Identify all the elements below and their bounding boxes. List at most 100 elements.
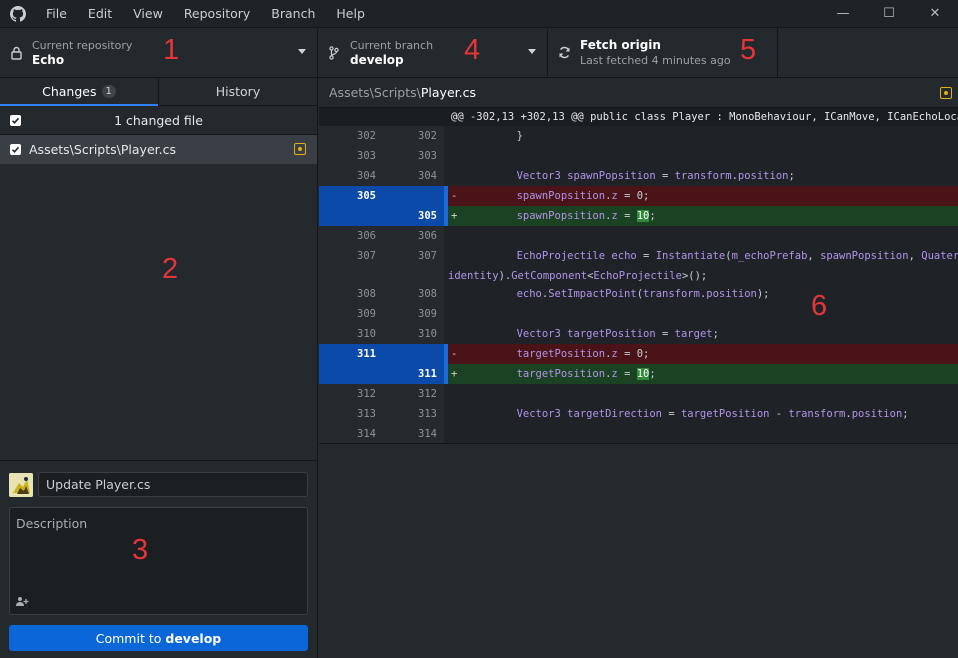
old-line-number: 305 <box>319 186 383 206</box>
new-line-number: 314 <box>383 424 444 444</box>
new-line-number: 302 <box>383 126 444 146</box>
add-coauthor-icon[interactable] <box>16 595 30 609</box>
modified-icon <box>294 143 306 155</box>
diff-line: 302 302 } <box>319 126 958 146</box>
diff-line: 303 303 <box>319 146 958 166</box>
new-line-number: 305 <box>383 206 444 226</box>
repository-name: Echo <box>32 52 65 67</box>
diff-hunk-header: @@ -302,13 +302,13 @@ public class Playe… <box>319 108 958 126</box>
diff-code <box>448 226 958 246</box>
diff-code: - spawnPopsition.z = 0; <box>448 186 958 206</box>
modified-icon <box>940 87 952 99</box>
diff-path-prefix: Assets\Scripts\ <box>329 85 421 100</box>
branch-name: develop <box>350 52 404 67</box>
old-line-number: 306 <box>319 226 383 246</box>
menu-bar: File Edit View Repository Branch Help <box>36 0 376 27</box>
diff-prefix: + <box>451 368 458 380</box>
code-text-wrapped: identity).GetComponent<EchoProjectile>()… <box>448 270 708 282</box>
menu-file[interactable]: File <box>36 0 78 27</box>
code-text: spawnPopsition.z = 10; <box>516 210 656 222</box>
old-line-number: 302 <box>319 126 383 146</box>
commit-description-field[interactable]: Description <box>9 507 308 615</box>
menu-branch[interactable]: Branch <box>261 0 326 27</box>
tab-changes-label: Changes <box>42 84 97 99</box>
diff-code: + spawnPopsition.z = 10; <box>448 206 958 226</box>
old-line-number: 314 <box>319 424 383 444</box>
tab-history[interactable]: History <box>158 78 317 105</box>
file-path: Assets\Scripts\Player.cs <box>29 142 176 157</box>
diff-code: Vector3 targetPosition = target; <box>448 324 958 344</box>
new-line-number: 303 <box>383 146 444 166</box>
diff-line: 304 304 Vector3 spawnPopsition = transfor… <box>319 166 958 186</box>
sidebar-tabs: Changes 1 History <box>0 78 317 106</box>
changed-file-row[interactable]: Assets\Scripts\Player.cs <box>0 135 317 164</box>
commit-panel: Update Player.cs Description 3 Commit to… <box>0 460 317 658</box>
diff-line: 305 + spawnPopsition.z = 10; <box>319 206 958 226</box>
diff-file-path: Assets\Scripts\Player.cs <box>329 85 476 100</box>
diff-code <box>448 304 958 324</box>
menu-edit[interactable]: Edit <box>78 0 123 27</box>
diff-code: + targetPosition.z = 10; <box>448 364 958 384</box>
diff-prefix: - <box>451 348 458 360</box>
file-checkbox[interactable] <box>10 144 21 155</box>
diff-line: 310 310 Vector3 targetPosition = target; <box>319 324 958 344</box>
diff-line: 312 312 <box>319 384 958 404</box>
old-line-number: 310 <box>319 324 383 344</box>
code-text: targetPosition.z = 10; <box>516 368 656 380</box>
fetch-origin-button[interactable]: Fetch origin Last fetched 4 minutes ago … <box>548 28 778 77</box>
branch-icon <box>327 45 341 60</box>
old-line-number: 307 <box>319 246 383 284</box>
diff-code <box>448 424 958 444</box>
diff-code: - targetPosition.z = 0; <box>448 344 958 364</box>
repository-label: Current repository <box>32 38 133 52</box>
menu-repository[interactable]: Repository <box>174 0 261 27</box>
current-branch-dropdown[interactable]: Current branch develop 4 <box>318 28 548 77</box>
code-text: Vector3 spawnPopsition = transform.posit… <box>516 170 795 182</box>
window-controls: — ☐ ✕ <box>820 0 958 27</box>
code-text: echo.SetImpactPoint(transform.position); <box>516 288 770 300</box>
diff-code <box>448 384 958 404</box>
code-text: Vector3 targetDirection = targetPosition… <box>516 408 909 420</box>
new-line-number: 313 <box>383 404 444 424</box>
current-repository-dropdown[interactable]: Current repository Echo 1 <box>0 28 318 77</box>
lock-icon <box>9 46 23 60</box>
changed-files-count: 1 changed file <box>114 112 203 128</box>
maximize-button[interactable]: ☐ <box>866 0 912 27</box>
commit-button[interactable]: Commit to develop <box>9 625 308 651</box>
old-line-number <box>319 206 383 226</box>
annotation-2: 2 <box>162 253 179 285</box>
commit-button-prefix: Commit to <box>95 630 162 646</box>
old-line-number: 304 <box>319 166 383 186</box>
diff-line: 313 313 Vector3 targetDirection = targetP… <box>319 404 958 424</box>
menu-view[interactable]: View <box>123 0 174 27</box>
new-line-number <box>383 344 444 364</box>
diff-line: 314 314 <box>319 424 958 444</box>
diff-line: 307 307 EchoProjectile echo = Instantiate… <box>319 246 958 284</box>
diff-line: 308 308 echo.SetImpactPoint(transform.pos… <box>319 284 958 304</box>
diff-line: 309 309 <box>319 304 958 324</box>
toolbar: Current repository Echo 1 Current branch… <box>0 27 958 78</box>
diff-code: echo.SetImpactPoint(transform.position); <box>448 284 958 304</box>
fetch-origin-label: Fetch origin <box>580 37 661 52</box>
new-line-number: 311 <box>383 364 444 384</box>
commit-summary-input[interactable]: Update Player.cs <box>38 472 308 497</box>
diff-line: 311 - targetPosition.z = 0; <box>319 344 958 364</box>
avatar <box>9 473 33 497</box>
tab-changes[interactable]: Changes 1 <box>0 78 158 106</box>
select-all-checkbox[interactable] <box>10 115 21 126</box>
new-line-number: 307 <box>383 246 444 284</box>
new-line-number: 309 <box>383 304 444 324</box>
code-text: targetPosition.z = 0; <box>516 348 650 360</box>
minimize-button[interactable]: — <box>820 0 866 27</box>
chevron-down-icon <box>528 49 536 54</box>
annotation-3: 3 <box>132 534 149 566</box>
code-text: Vector3 targetPosition = target; <box>516 328 719 340</box>
last-fetched-text: Last fetched 4 minutes ago <box>580 53 731 67</box>
changes-count-badge: 1 <box>101 85 116 98</box>
sync-icon <box>557 46 571 59</box>
new-line-number: 306 <box>383 226 444 246</box>
menu-help[interactable]: Help <box>326 0 376 27</box>
diff-prefix: + <box>451 210 458 222</box>
close-button[interactable]: ✕ <box>912 0 958 27</box>
old-line-number: 311 <box>319 344 383 364</box>
